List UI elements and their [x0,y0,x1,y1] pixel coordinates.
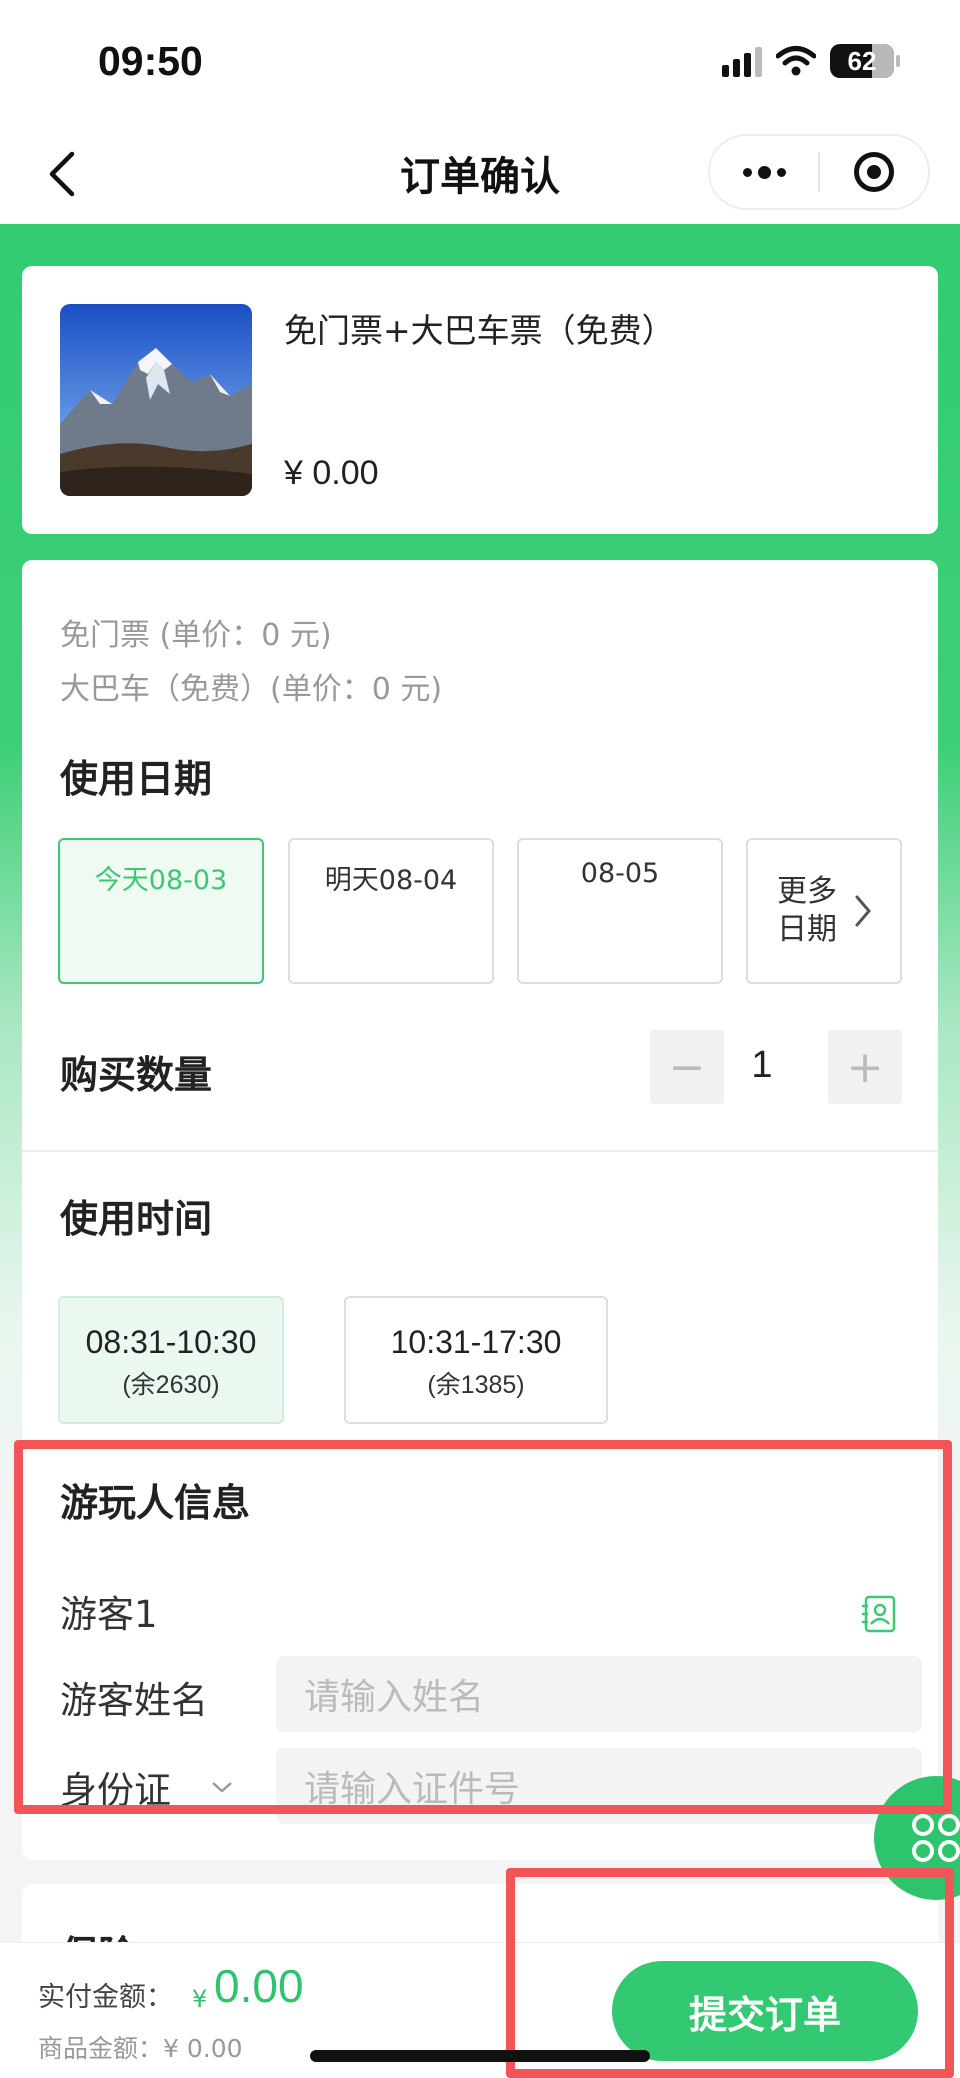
wifi-icon [776,46,816,76]
more-dots-icon [742,165,786,179]
more-dates-button[interactable]: 更多 日期 [746,838,902,984]
grid-app-icon [912,1814,960,1862]
divider [22,1150,938,1152]
quantity-value: 1 [751,1044,773,1086]
pay-label: 实付金额： [38,1982,173,2013]
close-miniprogram-button[interactable] [820,136,928,208]
visitor-name-input[interactable]: 请输入姓名 [276,1656,922,1732]
more-dates-line2: 日期 [777,912,837,947]
signal-icon [722,45,762,77]
use-date-title: 使用日期 [60,757,213,801]
submit-order-button[interactable]: 提交订单 [612,1961,918,2061]
product-thumbnail [60,304,252,496]
quantity-title: 购买数量 [60,1053,213,1097]
id-type-select[interactable]: 身份证 [60,1760,233,1814]
time-slot-morning[interactable]: 08:31-10:30 (余2630) [58,1296,284,1424]
product-name: 免门票+大巴车票（免费） [284,311,675,350]
time-slot-remaining: (余1385) [427,1371,525,1399]
date-option-0805[interactable]: 08-05 [517,838,723,984]
time-slot-remaining: (余2630) [122,1371,220,1399]
visitor-label: 游客1 [60,1593,158,1636]
id-type-label: 身份证 [60,1769,171,1812]
time-slot-range: 10:31-17:30 [390,1324,562,1360]
ticket-line: 大巴车（免费）(单价：0 元) [60,672,443,707]
use-time-title: 使用时间 [60,1197,213,1241]
product-price: ¥ 0.00 [284,454,379,492]
status-bar: 09:50 62 [0,0,960,120]
target-icon [854,152,894,192]
visitor-info-title: 游玩人信息 [60,1481,251,1525]
status-time: 09:50 [98,38,203,84]
more-dates-line1: 更多 [777,874,837,909]
quantity-increase-button[interactable]: + [828,1030,902,1104]
more-dates-label: 更多 日期 [775,873,839,949]
order-form-card: 免门票 (单价：0 元) 大巴车（免费）(单价：0 元) 使用日期 今天08-0… [22,560,938,1860]
chevron-down-icon [212,1782,232,1793]
battery-level: 62 [847,45,877,76]
time-slot-afternoon[interactable]: 10:31-17:30 (余1385) [344,1296,608,1424]
nav-bar: 订单确认 [0,120,960,224]
pay-amount: 0.00 [214,1960,304,2012]
battery-icon: 62 [830,44,900,78]
id-number-input[interactable]: 请输入证件号 [276,1748,922,1824]
name-label: 游客姓名 [60,1679,208,1722]
quantity-decrease-button[interactable]: − [650,1030,724,1104]
ticket-line: 免门票 (单价：0 元) [60,618,332,653]
status-icons: 62 [722,44,900,78]
miniprogram-capsule [708,134,930,210]
more-button[interactable] [710,136,818,208]
date-option-tomorrow[interactable]: 明天08-04 [288,838,494,984]
time-slot-range: 08:31-10:30 [85,1324,257,1360]
home-indicator [310,2050,650,2062]
contact-book-icon[interactable] [860,1594,900,1634]
goods-amount: 商品金额：¥ 0.00 [38,2034,243,2063]
product-card: 免门票+大巴车票（免费） ¥ 0.00 [22,266,938,534]
chevron-right-icon [855,895,871,927]
pay-currency: ¥ [192,1985,208,2013]
date-option-today[interactable]: 今天08-03 [58,838,264,984]
